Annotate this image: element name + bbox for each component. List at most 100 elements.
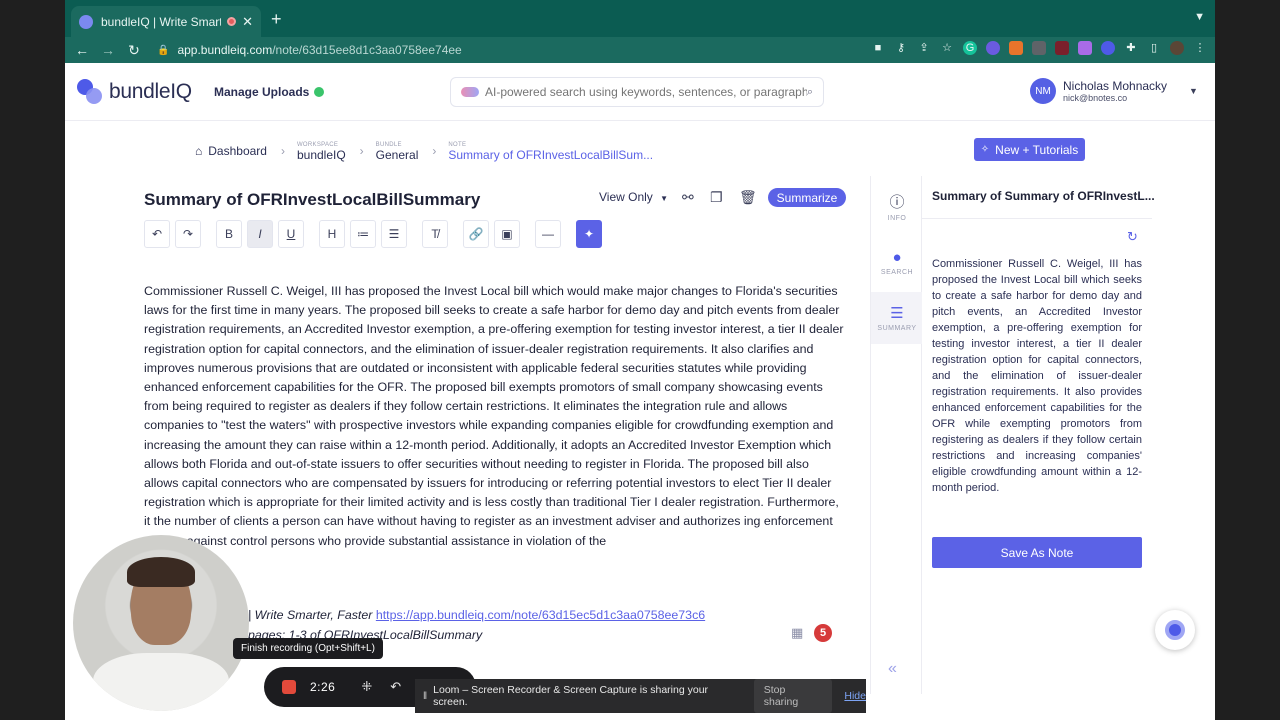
user-dropdown-icon[interactable]: ▼ [1189, 86, 1198, 96]
divider-icon[interactable]: — [535, 220, 561, 248]
extension-icon[interactable] [1078, 41, 1092, 55]
undo-icon[interactable]: ↶ [144, 220, 170, 248]
address-bar[interactable]: 🔒 app.bundleiq.com /note/63d15ee8d1c3aa0… [157, 43, 462, 57]
clipboard-icon[interactable]: ▦ [791, 625, 803, 641]
profile-avatar[interactable] [1170, 41, 1184, 55]
close-tab-icon[interactable]: ✕ [242, 14, 253, 30]
extensions-area: ■ ⚷ ⇪ ☆ G ✚ ▯ ⋮ [871, 41, 1207, 55]
star-icon[interactable]: ☆ [940, 41, 954, 55]
workspace-label: bundleIQ [296, 148, 346, 162]
summary-panel: Summary of Summary of OFRInvestL... ↻ Co… [922, 176, 1155, 694]
extension-icon[interactable] [986, 41, 1000, 55]
save-as-note-button[interactable]: Save As Note [932, 537, 1142, 568]
extension-icon[interactable] [1055, 41, 1069, 55]
recording-indicator-icon [227, 17, 237, 26]
link-icon[interactable]: 🔗 [463, 220, 489, 248]
camera-icon[interactable]: ■ [871, 41, 885, 55]
manage-uploads-label: Manage Uploads [214, 85, 310, 99]
webcam-video[interactable] [73, 535, 249, 711]
bundleiq-search-icon: ● [892, 248, 902, 266]
extension-icon[interactable] [1009, 41, 1023, 55]
user-menu[interactable]: NM Nicholas Mohnacky nick@bnotes.co [1030, 78, 1167, 104]
footer-prefix: | Write Smarter, Faster [248, 608, 373, 622]
hide-button[interactable]: Hide [844, 690, 866, 702]
stop-recording-button[interactable] [282, 680, 296, 694]
finish-recording-tooltip: Finish recording (Opt+Shift+L) [233, 638, 383, 659]
app-header: bundleIQ Manage Uploads ⌕ NM Nicholas Mo… [65, 63, 1215, 121]
bundleiq-logo[interactable]: bundleIQ [77, 79, 192, 105]
collapse-panel-icon[interactable]: « [888, 660, 897, 678]
undo-icon[interactable]: ↶ [390, 679, 401, 695]
url-host: app.bundleiq.com [177, 43, 273, 57]
breadcrumb-note[interactable]: NOTE Summary of OFRInvestLocalBillSum... [448, 142, 653, 162]
note-label: Summary of OFRInvestLocalBillSum... [448, 148, 654, 162]
extension-icon[interactable] [1032, 41, 1046, 55]
view-mode-dropdown[interactable]: View Only ▼ [599, 190, 668, 204]
grammarly-badge[interactable]: 5 [814, 624, 832, 642]
avatar: NM [1030, 78, 1056, 104]
breadcrumb-workspace[interactable]: WORKSPACE bundleIQ [297, 142, 346, 162]
rail-tab-search[interactable]: ● SEARCH [871, 236, 923, 288]
ordered-list-icon[interactable]: ≔ [350, 220, 376, 248]
search-box[interactable]: ⌕ [450, 77, 824, 107]
divider [922, 218, 1152, 219]
bundleiq-logo-icon [1165, 620, 1185, 640]
underline-button[interactable]: U [278, 220, 304, 248]
grammarly-extension-icon[interactable]: G [963, 41, 977, 55]
breadcrumb-bundle[interactable]: BUNDLE General [376, 142, 419, 162]
check-circle-icon [314, 87, 325, 97]
home-icon: ⌂ [195, 144, 203, 158]
bundleiq-assistant-button[interactable] [1155, 610, 1195, 650]
breadcrumb-dashboard[interactable]: ⌂ Dashboard [195, 144, 267, 162]
grid-icon[interactable]: ⁜ [361, 679, 372, 695]
user-name: Nicholas Mohnacky [1063, 79, 1168, 93]
sparkle-icon: ✧ [980, 144, 990, 155]
dashboard-label: Dashboard [208, 144, 267, 158]
browser-tab[interactable]: bundleIQ | Write Smarter, F ✕ [71, 6, 261, 37]
bullet-list-icon[interactable]: ☰ [381, 220, 407, 248]
key-icon[interactable]: ⚷ [894, 41, 908, 55]
new-tutorials-button[interactable]: ✧ New + Tutorials [974, 138, 1085, 161]
back-icon[interactable]: ← [69, 42, 95, 58]
chevron-right-icon: › [359, 144, 364, 158]
image-icon[interactable]: ▣ [494, 220, 520, 248]
search-input[interactable] [485, 85, 807, 99]
sharing-message: Loom – Screen Recorder & Screen Capture … [433, 684, 709, 708]
note-body[interactable]: Commissioner Russell C. Weigel, III has … [144, 282, 844, 551]
clear-format-icon[interactable]: T̸ [422, 220, 448, 248]
view-mode-label: View Only [599, 190, 653, 204]
puzzle-icon[interactable]: ✚ [1124, 41, 1138, 55]
format-toolbar: ↶ ↷ B I U H ≔ ☰ T̸ 🔗 ▣ — ✦ [144, 220, 607, 248]
tutorials-label: New + Tutorials [995, 142, 1079, 157]
share-icon[interactable]: ⇪ [917, 41, 931, 55]
italic-button[interactable]: I [247, 220, 273, 248]
search-label: SEARCH [880, 268, 914, 276]
refresh-icon[interactable]: ↻ [1127, 229, 1138, 245]
share-icon[interactable]: ⚯ [682, 189, 694, 206]
breadcrumb: ⌂ Dashboard › WORKSPACE bundleIQ › BUNDL… [195, 138, 667, 162]
user-email: nick@bnotes.co [1063, 93, 1128, 103]
rail-tab-summary[interactable]: ☰ SUMMARY [871, 292, 923, 344]
rail-tab-info[interactable]: ⓘ INFO [871, 180, 923, 232]
summarize-button[interactable]: Summarize [768, 188, 846, 207]
panel-title: Summary of Summary of OFRInvestL... [932, 189, 1155, 203]
forward-icon[interactable]: → [95, 42, 121, 58]
trash-icon[interactable]: 🗑 [739, 189, 757, 206]
manage-uploads-link[interactable]: Manage Uploads [214, 85, 325, 99]
lock-icon: 🔒 [157, 44, 170, 56]
tab-title: bundleIQ | Write Smarter, F [101, 14, 221, 29]
chevron-down-icon[interactable]: ▼ [1194, 11, 1205, 23]
bold-button[interactable]: B [216, 220, 242, 248]
bundleiq-extension-icon[interactable] [1101, 41, 1115, 55]
new-tab-button[interactable]: + [271, 9, 282, 30]
more-menu-icon[interactable]: ⋮ [1193, 41, 1207, 55]
magic-tool-icon[interactable]: ✦ [576, 220, 602, 248]
sidebar-icon[interactable]: ▯ [1147, 41, 1161, 55]
heading-button[interactable]: H [319, 220, 345, 248]
redo-icon[interactable]: ↷ [175, 220, 201, 248]
stop-sharing-button[interactable]: Stop sharing [753, 679, 833, 713]
reload-icon[interactable]: ↻ [121, 42, 147, 59]
search-icon[interactable]: ⌕ [807, 86, 813, 99]
source-link[interactable]: https://app.bundleiq.com/note/63d15ec5d1… [376, 608, 705, 622]
copy-icon[interactable]: ❐ [710, 189, 723, 206]
